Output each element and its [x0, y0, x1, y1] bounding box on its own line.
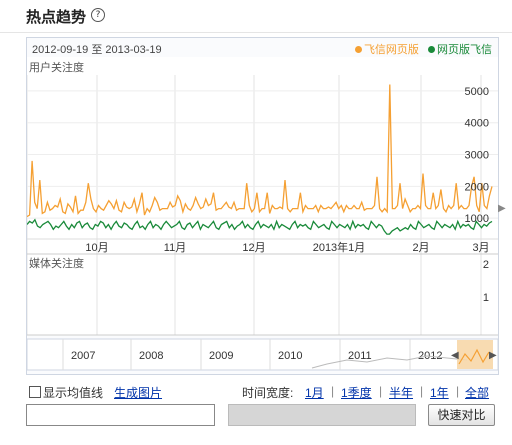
x-tick-label: 2月 — [412, 242, 429, 254]
quick-compare-button[interactable]: 快速对比 — [428, 404, 495, 426]
timeline-year-label: 2007 — [71, 350, 95, 362]
show-average-checkbox[interactable] — [29, 386, 41, 398]
range-all-link[interactable]: 全部 — [465, 384, 489, 401]
chart-legend: 飞信网页版 网页版飞信 — [349, 41, 492, 57]
chart-title: 用户关注度 — [29, 60, 84, 74]
legend-dot-icon — [354, 46, 362, 53]
time-width-label: 时间宽度: — [242, 386, 294, 400]
page-title: 热点趋势 — [26, 8, 87, 26]
header: 热点趋势 ? — [0, 0, 512, 33]
help-icon[interactable]: ? — [91, 8, 105, 22]
legend-item-web-feixin[interactable]: 网页版飞信 — [428, 44, 492, 56]
scroll-right-arrow-icon[interactable]: ▶ — [498, 203, 508, 223]
y-tick-label: 2000 — [465, 181, 489, 193]
media-y-tick-label: 1 — [483, 292, 489, 304]
y-tick-label: 3000 — [465, 150, 489, 162]
timeline-year-label: 2009 — [209, 350, 233, 362]
compare-keyword-input[interactable] — [26, 404, 215, 426]
x-tick-label: 10月 — [85, 242, 108, 254]
range-1-month-link[interactable]: 1月 — [305, 384, 324, 401]
timeline-right-handle-icon: ▶ — [489, 350, 497, 361]
x-tick-label: 2013年1月 — [313, 240, 366, 254]
generate-image-link[interactable]: 生成图片 — [114, 384, 162, 401]
y-tick-label: 5000 — [465, 86, 489, 98]
timeline-year-label: 2008 — [139, 350, 163, 362]
y-tick-label: 1000 — [465, 213, 489, 225]
timeline-year-label: 2010 — [278, 350, 302, 362]
x-tick-label: 3月 — [472, 242, 489, 254]
trend-chart: 用户关注度1000200030004000500010月 11月 12月 2013年1… — [27, 57, 498, 371]
media-plot-bg — [27, 254, 498, 335]
legend-dot-icon — [428, 46, 435, 53]
range-separator: | — [456, 384, 460, 398]
range-half-year-link[interactable]: 半年 — [389, 384, 413, 401]
chart-controls: 显示均值线 生成图片 时间宽度: 1月 | 1季度 | 半年 | 1年 | 全部… — [0, 380, 512, 445]
media-panel-title: 媒体关注度 — [29, 256, 84, 270]
legend-label: 网页版飞信 — [437, 44, 492, 56]
show-average-label: 显示均值线 — [43, 386, 104, 400]
range-separator: | — [379, 384, 383, 398]
date-range-label: 2012-09-19 至 2013-03-19 — [32, 44, 162, 56]
range-separator: | — [420, 384, 424, 398]
y-tick-label: 4000 — [465, 118, 489, 130]
trend-chart-panel: 2012-09-19 至 2013-03-19 飞信网页版 网页版飞信 用户关注… — [26, 37, 499, 375]
legend-label: 飞信网页版 — [363, 44, 419, 56]
x-tick-label: 12月 — [242, 242, 265, 254]
media-y-tick-label: 2 — [483, 259, 489, 271]
main-plot-bg — [27, 57, 498, 254]
timeline-left-handle-icon: ◀ — [451, 350, 459, 361]
legend-item-feixin-web[interactable]: 飞信网页版 — [354, 44, 422, 56]
range-separator: | — [331, 384, 335, 398]
compare-keyword-input-disabled — [228, 404, 416, 426]
x-tick-label: 11月 — [164, 242, 186, 254]
range-1-year-link[interactable]: 1年 — [430, 384, 449, 401]
range-1-quarter-link[interactable]: 1季度 — [341, 384, 372, 401]
